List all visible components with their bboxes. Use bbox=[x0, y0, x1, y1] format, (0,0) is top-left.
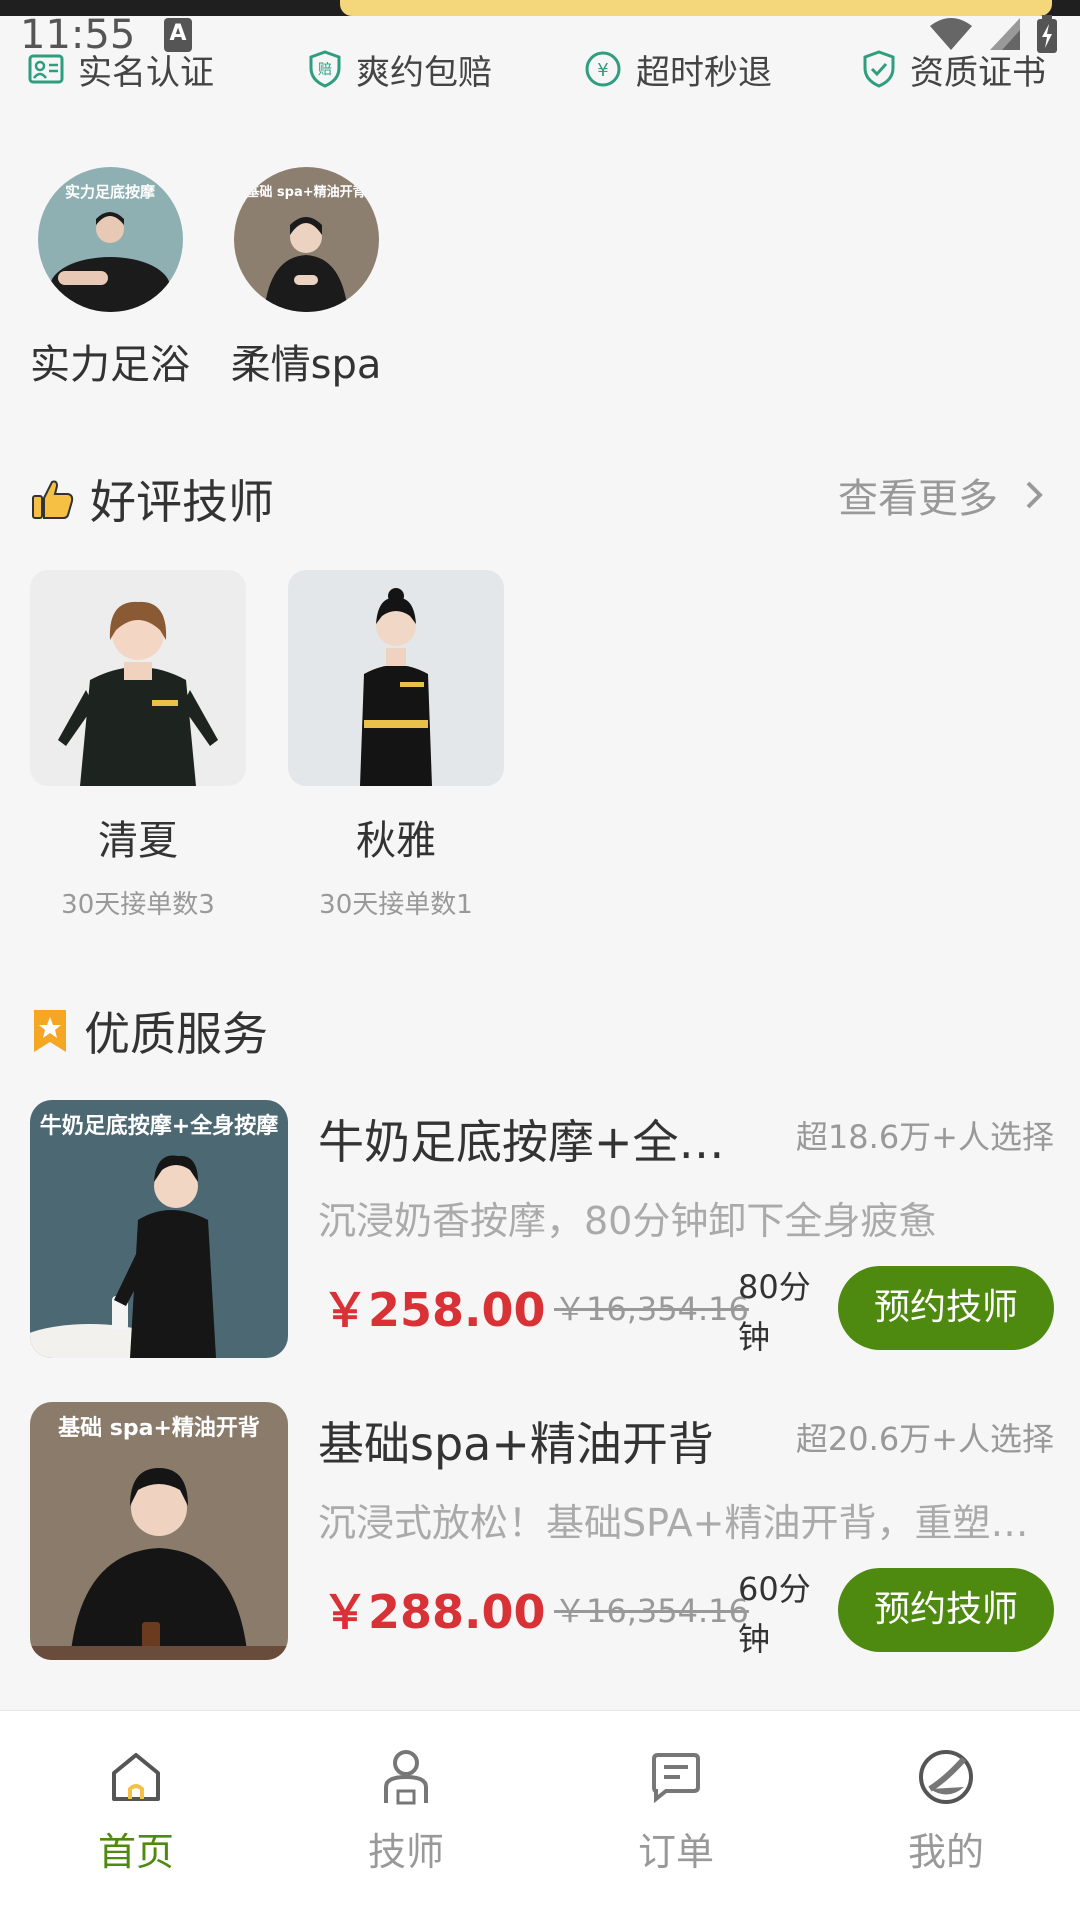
technician-photo bbox=[288, 570, 504, 786]
nav-technician[interactable]: 技师 bbox=[326, 1747, 486, 1876]
guarantee-timeout-refund: ¥ 超时秒退 bbox=[584, 44, 772, 94]
nav-label: 技师 bbox=[367, 1830, 444, 1874]
book-technician-button[interactable]: 预约技师 bbox=[838, 1266, 1054, 1350]
guarantee-label: 实名认证 bbox=[78, 52, 214, 93]
service-name: 牛奶足底按摩+全身按摩 bbox=[318, 1115, 758, 1169]
guarantee-row: 实名认证 赔 爽约包赔 ¥ 超时秒退 资质证书 bbox=[0, 44, 1080, 94]
guarantee-certificate: 资质证书 bbox=[862, 44, 1046, 94]
service-card[interactable]: 基础 spa+精油开背 基础spa+精油开背 超20.6万+人选择 沉浸式放松！… bbox=[30, 1402, 1054, 1662]
home-icon bbox=[112, 1753, 160, 1801]
shield-compensation-icon: 赔 bbox=[309, 50, 341, 88]
home-page: 11:55 A 实名认证 赔 爽约包赔 ¥ 超时秒退 资质证书 实力足底按摩 实… bbox=[0, 0, 1080, 1920]
see-more-link[interactable]: 查看更多 bbox=[838, 466, 1050, 524]
thumbnail-caption: 基础 spa+精油开背 bbox=[58, 1416, 260, 1441]
guarantee-label: 爽约包赔 bbox=[356, 52, 492, 93]
nav-label: 我的 bbox=[907, 1830, 984, 1874]
thumbnail-caption: 基础 spa+精油开背 bbox=[246, 185, 366, 200]
thumbs-up-icon bbox=[32, 480, 74, 519]
service-chosen-count: 超20.6万+人选择 bbox=[795, 1420, 1054, 1458]
section-title: 优质服务 bbox=[84, 1007, 268, 1061]
bottom-navigation: 首页 技师 订单 我的 bbox=[0, 1710, 1080, 1920]
yen-refund-icon: ¥ bbox=[585, 51, 621, 87]
service-description: 沉浸奶香按摩，80分钟卸下全身疲惫 bbox=[318, 1199, 937, 1243]
section-title: 好评技师 bbox=[90, 475, 274, 529]
technician-photo bbox=[30, 570, 246, 786]
thumbnail-caption: 实力足底按摩 bbox=[64, 183, 155, 201]
service-card[interactable]: 牛奶足底按摩+全身按摩 牛奶足底按摩+全身按摩 超18.6万+人选择 沉浸奶香按… bbox=[30, 1100, 1054, 1360]
guarantee-real-name: 实名认证 bbox=[28, 44, 214, 94]
order-icon bbox=[652, 1753, 700, 1804]
technician-icon bbox=[384, 1750, 428, 1805]
quality-services-header: 优质服务 bbox=[30, 998, 268, 1064]
technician-name: 清夏 bbox=[98, 818, 178, 864]
guarantee-no-show: 赔 爽约包赔 bbox=[308, 44, 492, 94]
service-price: ￥288.00 bbox=[322, 1585, 546, 1639]
category-label: 柔情spa bbox=[230, 342, 382, 388]
service-chosen-count: 超18.6万+人选择 bbox=[795, 1118, 1054, 1156]
service-original-price: ￥16,354.16 bbox=[554, 1592, 749, 1630]
service-thumbnail: 基础 spa+精油开背 bbox=[30, 1402, 288, 1660]
svg-text:¥: ¥ bbox=[597, 60, 608, 81]
see-more-label: 查看更多 bbox=[838, 476, 998, 522]
shield-check-icon bbox=[863, 50, 895, 88]
service-name: 基础spa+精油开背 bbox=[318, 1417, 714, 1471]
service-duration: 60分钟 bbox=[738, 1570, 811, 1658]
nav-home[interactable]: 首页 bbox=[56, 1747, 216, 1876]
bookmark-star-icon bbox=[34, 1010, 66, 1052]
category-foot-bath[interactable]: 实力足底按摩 实力足浴 bbox=[30, 167, 190, 390]
service-thumbnail: 牛奶足底按摩+全身按摩 bbox=[30, 1100, 288, 1358]
service-original-price: ￥16,354.16 bbox=[554, 1290, 749, 1328]
nav-label: 首页 bbox=[97, 1830, 174, 1874]
nav-profile[interactable]: 我的 bbox=[866, 1747, 1026, 1876]
technician-card[interactable]: 秋雅 30天接单数1 bbox=[288, 570, 504, 921]
id-card-icon bbox=[28, 54, 64, 84]
service-duration: 80分钟 bbox=[738, 1268, 811, 1356]
technician-card[interactable]: 清夏 30天接单数3 bbox=[30, 570, 246, 921]
svg-text:赔: 赔 bbox=[318, 62, 332, 78]
category-thumbnail: 实力足底按摩 bbox=[37, 167, 183, 312]
nav-label: 订单 bbox=[637, 1830, 714, 1874]
service-description: 沉浸式放松！基础SPA+精油开背，重塑身心活力 bbox=[318, 1501, 1054, 1545]
category-label: 实力足浴 bbox=[30, 342, 190, 388]
service-price: ￥258.00 bbox=[322, 1283, 546, 1337]
guarantee-label: 资质证书 bbox=[910, 52, 1046, 93]
chevron-right-icon bbox=[1026, 481, 1043, 509]
profile-icon bbox=[919, 1750, 973, 1804]
book-technician-button[interactable]: 预约技师 bbox=[838, 1568, 1054, 1652]
technician-orders: 30天接单数3 bbox=[61, 890, 215, 920]
category-thumbnail: 基础 spa+精油开背 bbox=[233, 167, 379, 312]
good-reviews-header: 好评技师 bbox=[30, 466, 274, 532]
technician-orders: 30天接单数1 bbox=[319, 890, 473, 920]
nav-orders[interactable]: 订单 bbox=[596, 1747, 756, 1876]
thumbnail-caption: 牛奶足底按摩+全身按摩 bbox=[39, 1114, 279, 1139]
guarantee-label: 超时秒退 bbox=[636, 52, 772, 93]
technician-name: 秋雅 bbox=[356, 818, 436, 864]
category-spa[interactable]: 基础 spa+精油开背 柔情spa bbox=[224, 167, 388, 390]
